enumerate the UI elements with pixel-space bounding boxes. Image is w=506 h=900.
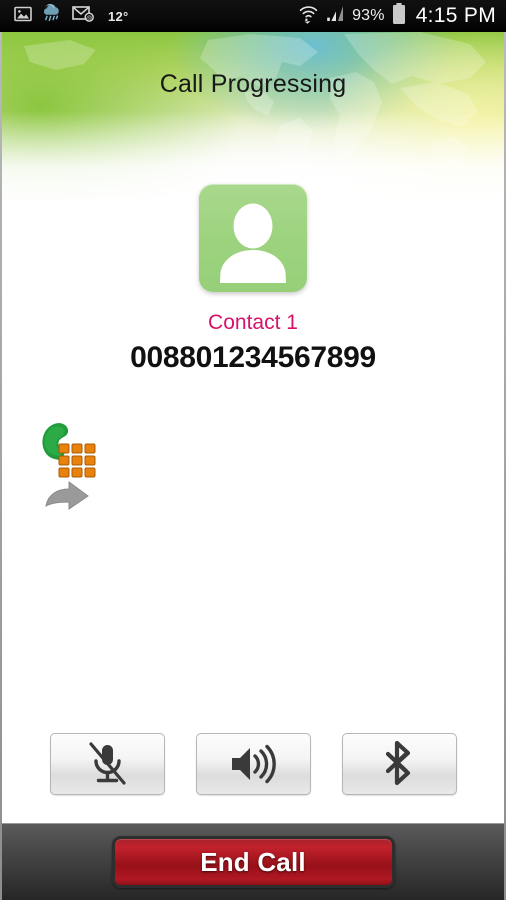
- call-state-label: Call Progressing: [159, 70, 347, 98]
- weather-rain-icon: [41, 3, 63, 28]
- dialpad-phone-forward-icon[interactable]: [38, 420, 100, 512]
- speaker-button[interactable]: [195, 733, 311, 795]
- clock-label: 4:15 PM: [415, 4, 496, 27]
- screen-edge-left: [0, 32, 2, 900]
- status-bar: @ 12° 93% 4:15 PM: [0, 0, 506, 32]
- battery-percent-label: 93%: [352, 7, 385, 24]
- svg-text:@: @: [86, 16, 92, 22]
- mute-button[interactable]: [49, 733, 165, 795]
- email-icon: @: [72, 5, 94, 27]
- phone-handset-icon: [42, 423, 69, 460]
- microphone-muted-icon: [89, 742, 126, 785]
- status-bar-right-icons: 93% 4:15 PM: [298, 2, 496, 30]
- contact-name-label: Contact 1: [208, 311, 298, 334]
- temperature-label: 12°: [108, 8, 129, 24]
- contact-number-label: 008801234567899: [130, 341, 376, 374]
- end-call-label: End Call: [200, 846, 306, 877]
- keypad-grid-icon: [58, 443, 96, 478]
- bluetooth-button[interactable]: [341, 733, 457, 795]
- speaker-on-icon: [232, 744, 276, 784]
- cellular-signal-icon: [326, 5, 345, 27]
- call-controls-row: [0, 733, 506, 795]
- forward-arrow-icon: [45, 481, 89, 510]
- wifi-icon: [298, 4, 319, 29]
- bluetooth-icon: [385, 741, 411, 786]
- end-call-button[interactable]: End Call: [111, 836, 395, 888]
- call-screen: @ 12° 93% 4:15 PM Call Progressing Conta…: [0, 0, 506, 900]
- battery-icon: [392, 2, 406, 30]
- avatar: [199, 184, 307, 292]
- image-icon: [14, 6, 32, 27]
- call-header-banner: Call Progressing: [0, 32, 506, 207]
- status-bar-left-icons: @ 12°: [14, 3, 129, 28]
- bottom-action-bar: End Call: [0, 823, 506, 900]
- person-avatar-icon: [220, 203, 286, 283]
